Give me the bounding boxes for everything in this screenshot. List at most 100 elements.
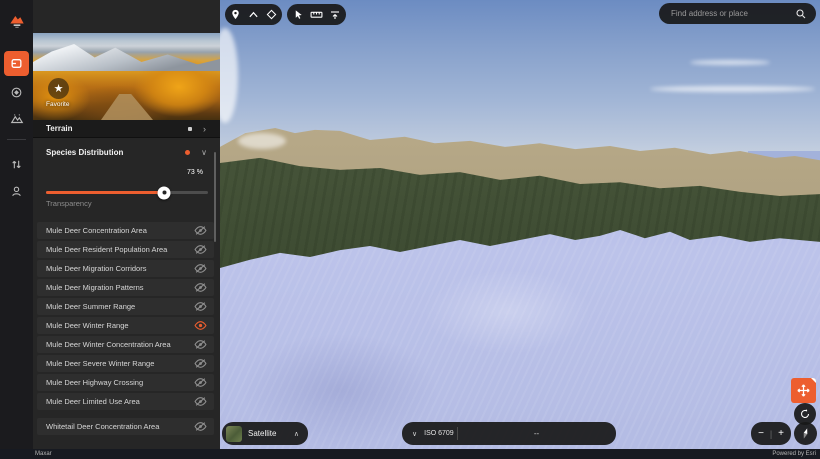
layer-label: Mule Deer Winter Concentration Area	[46, 340, 171, 349]
add-placemark-button[interactable]	[228, 7, 243, 22]
visibility-toggle[interactable]	[194, 301, 207, 312]
layer-label: Mule Deer Concentration Area	[46, 226, 147, 235]
visibility-toggle[interactable]	[194, 225, 207, 236]
eye-slash-icon	[194, 359, 207, 368]
coordinate-format[interactable]: ISO 6709	[424, 430, 454, 437]
layer-label: Mule Deer Summer Range	[46, 302, 136, 311]
star-icon: ★	[53, 83, 64, 95]
visibility-toggle[interactable]	[194, 244, 207, 255]
eye-slash-icon	[194, 264, 207, 273]
cloud	[220, 28, 238, 123]
search-icon[interactable]	[795, 7, 807, 25]
search-bar	[659, 3, 816, 24]
photo-road	[101, 94, 153, 120]
layer-list: Mule Deer Concentration Area Mule Deer R…	[37, 222, 214, 437]
slider-thumb[interactable]	[157, 186, 171, 199]
layer-row[interactable]: Mule Deer Migration Patterns	[37, 279, 214, 296]
chevron-right-icon[interactable]: ›	[203, 120, 206, 138]
track-tool-button[interactable]	[4, 80, 29, 105]
layer-row[interactable]: Mule Deer Highway Crossing	[37, 374, 214, 391]
basemap-selector[interactable]: Satellite ∧	[222, 422, 308, 445]
eye-slash-icon	[194, 397, 207, 406]
layer-row[interactable]: Mule Deer Summer Range	[37, 298, 214, 315]
visibility-toggle[interactable]	[194, 358, 207, 369]
attribution-right: Powered by Esri	[772, 451, 816, 457]
attribution-left: Maxar	[35, 451, 52, 457]
attribution-bar: Maxar Powered by Esri	[0, 449, 820, 459]
transparency-label: Transparency	[46, 199, 92, 208]
basemap-tool-button[interactable]	[4, 106, 29, 131]
select-cursor-button[interactable]	[291, 7, 306, 22]
eye-slash-icon	[194, 245, 207, 254]
layer-label: Whitetail Deer Concentration Area	[46, 422, 160, 431]
chevron-down-icon[interactable]: ∨	[412, 430, 417, 438]
eye-open-icon	[194, 321, 207, 330]
corner-fold	[811, 378, 816, 383]
photo-mountain	[33, 44, 220, 71]
draw-toolbar	[225, 4, 282, 25]
layer-row[interactable]: Mule Deer Migration Corridors	[37, 260, 214, 277]
chevron-down-icon[interactable]: ∨	[201, 148, 207, 157]
layers-panel-button[interactable]	[4, 51, 29, 76]
visibility-toggle[interactable]	[194, 263, 207, 274]
measure-button[interactable]	[309, 7, 324, 22]
eye-slash-icon	[194, 283, 207, 292]
rotate-tool-button[interactable]	[794, 403, 816, 425]
layer-row[interactable]: Mule Deer Winter Range	[37, 317, 214, 334]
add-polygon-button[interactable]	[264, 7, 279, 22]
layer-label: Mule Deer Limited Use Area	[46, 397, 140, 406]
eye-slash-icon	[194, 422, 207, 431]
layer-row[interactable]: Mule Deer Winter Concentration Area	[37, 336, 214, 353]
elevation-profile-button[interactable]	[328, 7, 343, 22]
transparency-slider[interactable]	[46, 186, 208, 199]
layer-label: Mule Deer Migration Corridors	[46, 264, 147, 273]
favorite-label: Favorite	[46, 101, 70, 108]
coordinate-bar: ∨ ISO 6709 --	[402, 422, 616, 445]
zoom-out-button[interactable]: −	[754, 428, 768, 439]
basemap-thumbnail	[226, 425, 242, 442]
visibility-toggle[interactable]	[194, 339, 207, 350]
chevron-up-icon[interactable]: ∧	[294, 430, 299, 438]
compass-button[interactable]	[794, 422, 817, 445]
layer-label: Mule Deer Severe Winter Range	[46, 359, 155, 368]
cloud	[650, 86, 815, 92]
layer-row[interactable]: Mule Deer Resident Population Area	[37, 241, 214, 258]
layer-row[interactable]: Mule Deer Concentration Area	[37, 222, 214, 239]
layer-label: Mule Deer Winter Range	[46, 321, 129, 330]
terrain-status-dot	[188, 126, 192, 131]
search-input[interactable]	[671, 3, 791, 24]
coordinate-value: --	[533, 429, 540, 438]
eye-slash-icon	[194, 340, 207, 349]
left-icon-rail	[0, 0, 33, 459]
visibility-toggle[interactable]	[194, 282, 207, 293]
terrain-layer-row[interactable]: Terrain ›	[33, 120, 220, 138]
slider-fill	[46, 191, 165, 194]
layer-label: Mule Deer Resident Population Area	[46, 245, 168, 254]
species-distribution-header[interactable]: Species Distribution ∨	[33, 143, 220, 161]
add-line-button[interactable]	[246, 7, 261, 22]
select-toolbar	[287, 4, 346, 25]
visibility-toggle[interactable]	[194, 377, 207, 388]
user-profile-button[interactable]	[4, 179, 29, 204]
terrain-label: Terrain	[46, 124, 73, 133]
layer-row[interactable]: Mule Deer Limited Use Area	[37, 393, 214, 410]
eye-slash-icon	[194, 226, 207, 235]
layer-row[interactable]: Mule Deer Severe Winter Range	[37, 355, 214, 372]
species-title: Species Distribution	[46, 147, 124, 157]
zoom-in-button[interactable]: +	[774, 428, 788, 439]
layer-row[interactable]: Whitetail Deer Concentration Area	[37, 418, 214, 435]
visibility-toggle[interactable]	[194, 421, 207, 432]
species-status-dot	[185, 149, 190, 155]
pan-tool-button[interactable]	[791, 378, 816, 403]
visibility-toggle[interactable]	[194, 396, 207, 407]
place-photo: ★ Favorite	[33, 33, 220, 120]
transparency-value: 73 %	[187, 169, 203, 176]
rail-divider	[7, 139, 26, 140]
favorite-button[interactable]: ★	[48, 78, 69, 99]
map-canvas[interactable]	[220, 0, 820, 459]
app-logo-icon	[4, 8, 29, 33]
layer-label: Mule Deer Migration Patterns	[46, 283, 144, 292]
swipe-tool-button[interactable]	[4, 152, 29, 177]
visibility-toggle[interactable]	[194, 320, 207, 331]
panel-scrollbar[interactable]	[214, 152, 216, 242]
